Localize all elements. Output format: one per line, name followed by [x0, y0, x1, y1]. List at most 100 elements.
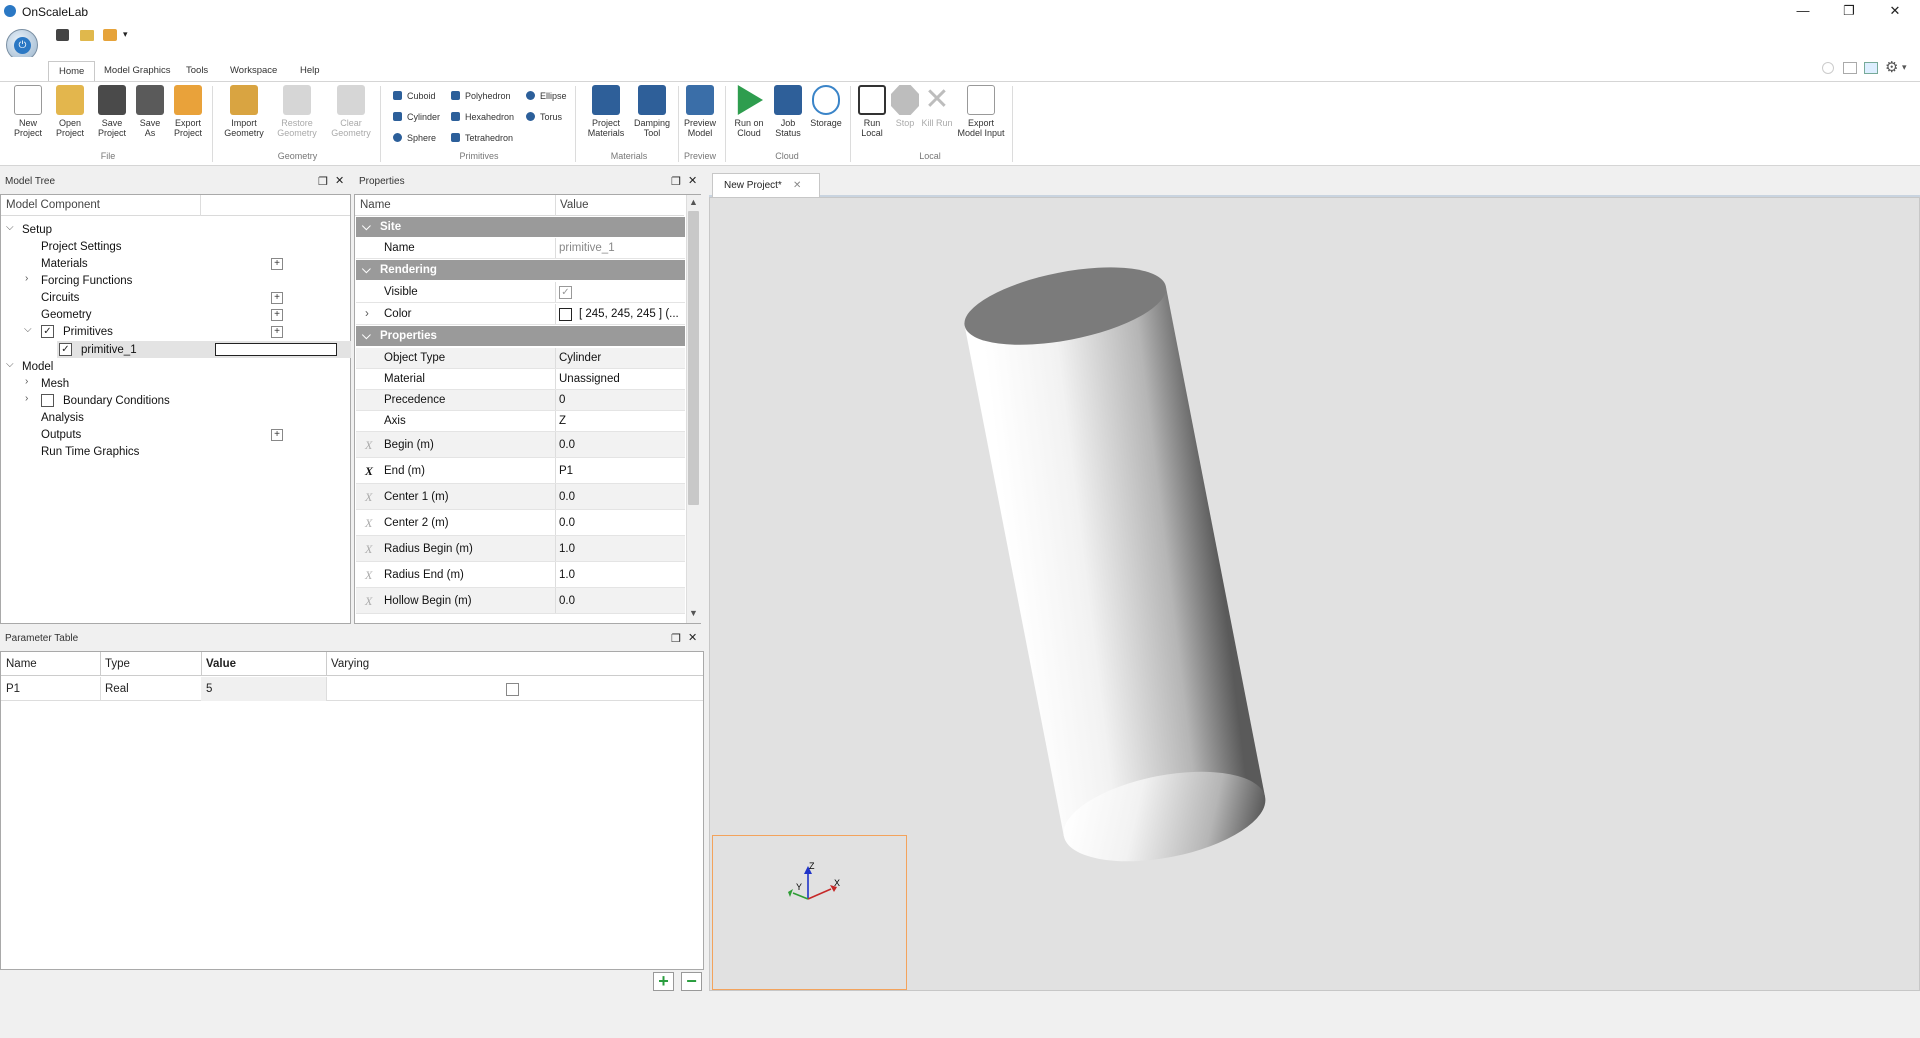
- settings-dropdown-icon[interactable]: ▾: [1902, 62, 1907, 73]
- project-materials-button[interactable]: Project Materials: [584, 85, 628, 138]
- boundary-conditions-checkbox[interactable]: [41, 394, 54, 407]
- export-model-input-button[interactable]: Export Model Input: [955, 85, 1007, 138]
- add-output-button[interactable]: +: [271, 429, 283, 441]
- tree-item-circuits[interactable]: Circuits: [41, 290, 79, 307]
- save-as-button[interactable]: Save As: [134, 85, 166, 138]
- primitive-1-checkbox[interactable]: ✓: [59, 343, 72, 356]
- run-local-button[interactable]: Run Local: [853, 85, 891, 138]
- primitives-checkbox[interactable]: ✓: [41, 325, 54, 338]
- tree-item-forcing-functions[interactable]: Forcing Functions: [41, 273, 132, 290]
- layout-icon[interactable]: [1843, 62, 1857, 74]
- properties-scroll-thumb[interactable]: [688, 211, 699, 505]
- tab-new-project[interactable]: New Project* ✕: [712, 173, 820, 197]
- tab-home[interactable]: Home: [48, 61, 96, 81]
- cylinder-button[interactable]: Cylinder: [393, 110, 440, 124]
- window-icon[interactable]: [1864, 62, 1878, 74]
- polyhedron-button[interactable]: Polyhedron: [451, 89, 511, 103]
- gear-icon[interactable]: ⚙: [1885, 58, 1898, 76]
- expression-icon[interactable]: X: [365, 458, 373, 484]
- add-primitive-button[interactable]: +: [271, 326, 283, 338]
- minimize-button[interactable]: —: [1780, 0, 1826, 22]
- expand-chevron-icon[interactable]: ›: [365, 304, 369, 325]
- varying-checkbox[interactable]: [506, 683, 519, 696]
- section-site[interactable]: ⌵ Site: [356, 217, 685, 238]
- expression-icon[interactable]: X: [365, 432, 372, 458]
- storage-button[interactable]: Storage: [807, 85, 845, 128]
- expand-chevron-icon[interactable]: ›: [25, 393, 28, 404]
- 3d-viewport[interactable]: Z X Y: [709, 197, 1920, 991]
- tree-item-mesh[interactable]: Mesh: [41, 376, 69, 393]
- add-circuit-button[interactable]: +: [271, 292, 283, 304]
- expression-icon[interactable]: X: [365, 510, 372, 536]
- torus-button[interactable]: Torus: [526, 110, 562, 124]
- hexahedron-button[interactable]: Hexahedron: [451, 110, 514, 124]
- prop-row-visible[interactable]: Visible ✓: [356, 282, 685, 303]
- tree-item-geometry[interactable]: Geometry: [41, 307, 92, 324]
- tree-item-model[interactable]: Model: [22, 359, 53, 376]
- preview-model-button[interactable]: Preview Model: [680, 85, 720, 138]
- section-properties[interactable]: ⌵ Properties: [356, 326, 685, 347]
- tree-item-outputs[interactable]: Outputs: [41, 427, 81, 444]
- stop-button[interactable]: Stop: [888, 85, 922, 128]
- tree-item-analysis[interactable]: Analysis: [41, 410, 84, 427]
- prop-row-end[interactable]: X End (m) P1: [356, 458, 685, 484]
- scroll-down-icon[interactable]: ▼: [689, 608, 698, 618]
- save-icon[interactable]: [56, 29, 69, 41]
- prop-row-precedence[interactable]: Precedence 0: [356, 390, 685, 411]
- prop-row-object-type[interactable]: Object Type Cylinder: [356, 348, 685, 369]
- prop-row-hollow-begin[interactable]: X Hollow Begin (m) 0.0: [356, 588, 685, 614]
- collapse-chevron-icon[interactable]: ⌵: [6, 222, 14, 233]
- expand-chevron-icon[interactable]: ›: [25, 376, 28, 387]
- float-panel-icon[interactable]: ❐: [318, 175, 328, 188]
- float-panel-icon[interactable]: ❐: [671, 175, 681, 188]
- prop-row-radius-begin[interactable]: X Radius Begin (m) 1.0: [356, 536, 685, 562]
- tree-item-materials[interactable]: Materials: [41, 256, 88, 273]
- cuboid-button[interactable]: Cuboid: [393, 89, 436, 103]
- expression-icon[interactable]: X: [365, 562, 372, 588]
- open-project-button[interactable]: Open Project: [52, 85, 88, 138]
- prop-row-color[interactable]: › Color[ 245, 245, 245 ] (...: [356, 304, 685, 325]
- collapse-chevron-icon[interactable]: ⌵: [6, 359, 14, 370]
- add-parameter-button[interactable]: +: [653, 972, 674, 991]
- open-folder-icon[interactable]: [80, 30, 94, 41]
- visible-checkbox[interactable]: ✓: [559, 286, 572, 299]
- prop-row-axis[interactable]: Axis Z: [356, 411, 685, 432]
- export-icon[interactable]: [103, 29, 117, 41]
- refresh-icon[interactable]: [1822, 62, 1834, 74]
- tetrahedron-button[interactable]: Tetrahedron: [451, 131, 513, 145]
- section-rendering[interactable]: ⌵ Rendering: [356, 260, 685, 281]
- export-project-button[interactable]: Export Project: [170, 85, 206, 138]
- tree-item-boundary-conditions[interactable]: Boundary Conditions: [63, 393, 170, 410]
- close-panel-icon[interactable]: ✕: [335, 174, 344, 187]
- new-project-button[interactable]: New Project: [10, 85, 46, 138]
- tab-model-graphics[interactable]: Model Graphics: [94, 61, 181, 81]
- expression-icon[interactable]: X: [365, 588, 372, 614]
- qat-dropdown-icon[interactable]: ▾: [123, 29, 128, 40]
- tree-item-run-time-graphics[interactable]: Run Time Graphics: [41, 444, 139, 461]
- collapse-chevron-icon[interactable]: ⌵: [24, 324, 32, 335]
- tab-tools[interactable]: Tools: [176, 61, 218, 81]
- prop-row-center-2[interactable]: X Center 2 (m) 0.0: [356, 510, 685, 536]
- run-on-cloud-button[interactable]: Run on Cloud: [729, 85, 769, 138]
- primitive-1-value-field[interactable]: [215, 343, 337, 356]
- tab-help[interactable]: Help: [290, 61, 330, 81]
- restore-geometry-button[interactable]: Restore Geometry: [275, 85, 319, 138]
- tree-item-primitives[interactable]: Primitives: [63, 324, 113, 341]
- save-project-button[interactable]: Save Project: [94, 85, 130, 138]
- sphere-button[interactable]: Sphere: [393, 131, 436, 145]
- close-panel-icon[interactable]: ✕: [688, 631, 697, 644]
- tree-item-project-settings[interactable]: Project Settings: [41, 239, 122, 256]
- table-row[interactable]: P1 Real 5: [1, 677, 703, 701]
- damping-tool-button[interactable]: Damping Tool: [630, 85, 674, 138]
- prop-row-name[interactable]: Name primitive_1: [356, 238, 685, 259]
- restore-button[interactable]: ❐: [1826, 0, 1872, 22]
- import-geometry-button[interactable]: Import Geometry: [222, 85, 266, 138]
- prop-row-material[interactable]: Material Unassigned: [356, 369, 685, 390]
- expand-chevron-icon[interactable]: ›: [25, 273, 28, 284]
- add-geometry-button[interactable]: +: [271, 309, 283, 321]
- add-material-button[interactable]: +: [271, 258, 283, 270]
- color-swatch[interactable]: [559, 308, 572, 321]
- expression-icon[interactable]: X: [365, 536, 372, 562]
- expression-icon[interactable]: X: [365, 484, 372, 510]
- close-panel-icon[interactable]: ✕: [688, 174, 697, 187]
